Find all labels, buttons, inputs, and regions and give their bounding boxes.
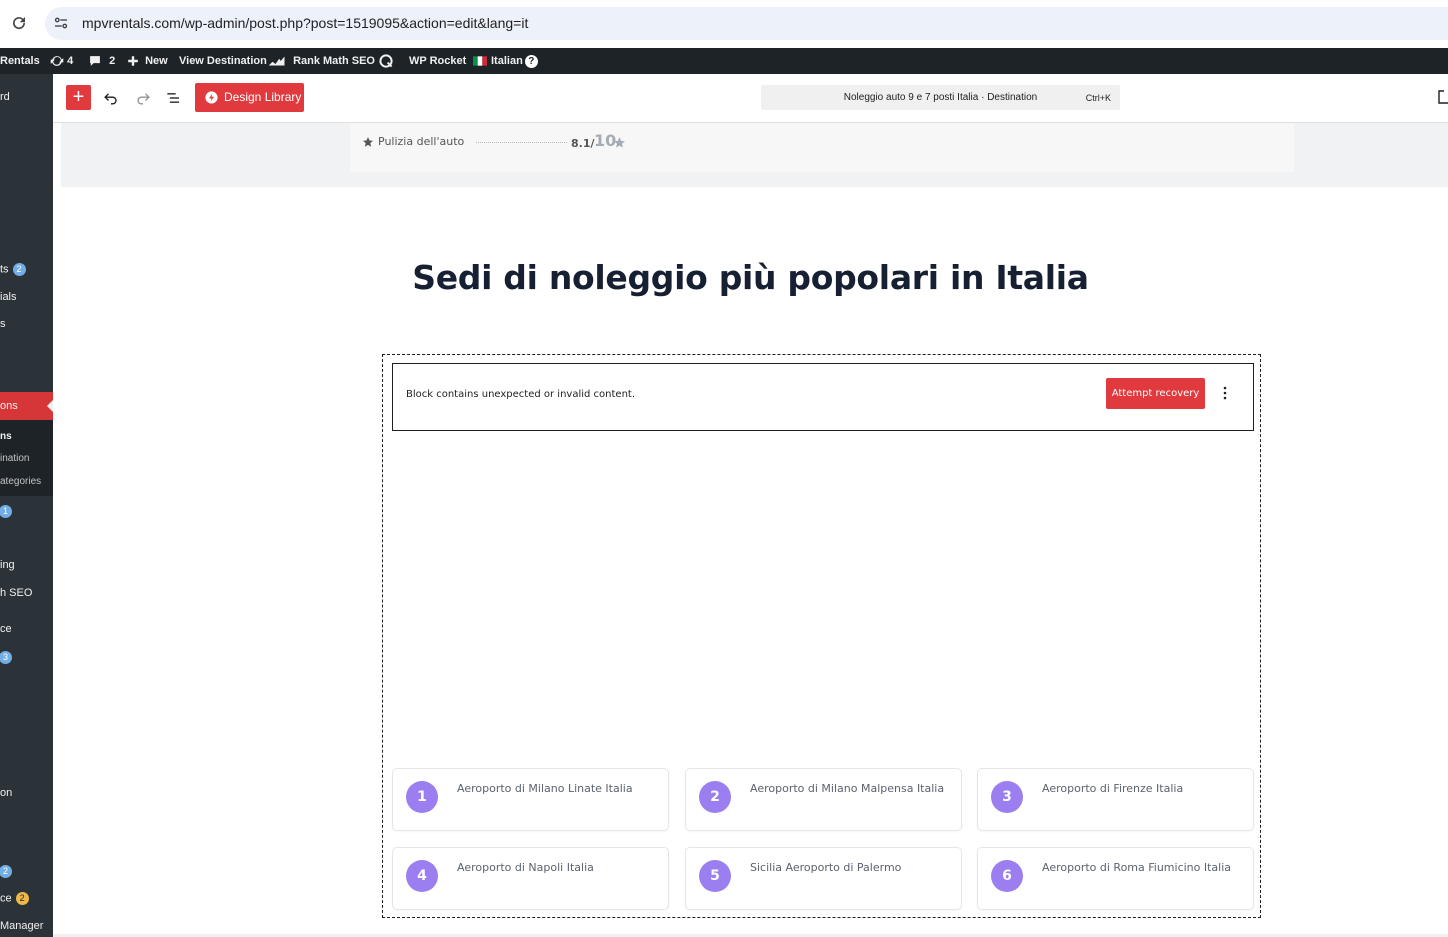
- location-name: Aeroporto di Roma Fiumicino Italia: [1042, 861, 1232, 874]
- rating-score: 8.1/: [571, 137, 595, 150]
- attempt-recovery-button[interactable]: Attempt recovery: [1106, 378, 1205, 409]
- design-library-icon: [205, 91, 218, 104]
- list-view-icon[interactable]: [164, 88, 184, 108]
- sidebar-item-rankmath[interactable]: h SEO: [0, 587, 32, 599]
- location-number: 5: [699, 860, 731, 892]
- admin-bar-updates[interactable]: 4: [50, 48, 73, 74]
- sidebar-item-label: ce: [0, 892, 12, 905]
- sidebar-item-label: ts: [0, 263, 9, 276]
- browser-toolbar: mpvrentals.com/wp-admin/post.php?post=15…: [0, 0, 1448, 49]
- sidebar-badge: 2: [12, 263, 26, 276]
- sidebar-item-badge-2[interactable]: 2: [0, 865, 12, 878]
- view-post-icon[interactable]: [1438, 90, 1448, 104]
- design-library-button[interactable]: Design Library: [195, 83, 304, 112]
- plus-icon: [128, 56, 138, 66]
- location-number: 3: [991, 781, 1023, 813]
- location-number: 6: [991, 860, 1023, 892]
- updates-icon: [50, 56, 64, 66]
- sidebar-item-manager[interactable]: Manager: [0, 920, 43, 932]
- location-card[interactable]: 2 Aeroporto di Milano Malpensa Italia: [685, 768, 962, 831]
- section-heading[interactable]: Sedi di noleggio più popolari in Italia: [53, 258, 1448, 297]
- updates-count: 4: [67, 55, 74, 67]
- design-library-label: Design Library: [224, 90, 302, 104]
- editor-toolbar: + Design Library Noleggio auto 9 e 7 pos…: [53, 74, 1448, 123]
- sidebar-item-ce[interactable]: ce 2: [0, 892, 29, 905]
- more-options-icon[interactable]: [1220, 385, 1230, 401]
- location-number: 2: [699, 781, 731, 813]
- sidebar-item-dashboard[interactable]: rd: [0, 91, 10, 103]
- location-number: 4: [406, 860, 438, 892]
- language-label: Italian: [491, 55, 523, 67]
- location-name: Aeroporto di Milano Linate Italia: [457, 782, 633, 795]
- location-name: Aeroporto di Napoli Italia: [457, 861, 594, 874]
- sidebar-item-s[interactable]: s: [0, 318, 6, 330]
- star-icon: [363, 137, 373, 147]
- star-icon: [614, 137, 625, 148]
- location-name: Aeroporto di Firenze Italia: [1042, 782, 1184, 795]
- undo-icon[interactable]: [101, 88, 121, 108]
- location-card[interactable]: 6 Aeroporto di Roma Fiumicino Italia: [977, 847, 1254, 910]
- reload-icon[interactable]: [10, 14, 28, 32]
- admin-bar-new[interactable]: New: [127, 48, 168, 74]
- sidebar-badge: 3: [0, 651, 12, 664]
- admin-bar-q-icon-item[interactable]: [378, 48, 394, 74]
- admin-sidebar: rd ts 2 ials s ons ns ination ategories 1…: [0, 74, 53, 937]
- rating-section: [61, 123, 1448, 187]
- url-text[interactable]: mpvrentals.com/wp-admin/post.php?post=15…: [82, 15, 528, 31]
- sidebar-item-posts[interactable]: ts 2: [0, 263, 26, 276]
- add-block-button[interactable]: +: [66, 85, 91, 110]
- sidebar-item-appearance[interactable]: ce: [0, 623, 12, 635]
- admin-bar-wprocket[interactable]: WP Rocket: [409, 48, 466, 74]
- italy-flag-icon: [473, 56, 487, 66]
- help-icon: ?: [524, 54, 538, 68]
- site-settings-icon[interactable]: [52, 14, 70, 32]
- admin-bar-comments[interactable]: 2: [88, 48, 115, 74]
- wp-admin-bar: Rentals 4 2 New View Destination Rank Ma…: [0, 48, 1448, 74]
- rating-dotted-leader: [476, 142, 567, 143]
- admin-bar-language[interactable]: Italian?: [473, 48, 538, 74]
- invalid-block[interactable]: Block contains unexpected or invalid con…: [382, 354, 1261, 918]
- rating-label: Pulizia dell'auto: [378, 135, 465, 148]
- submenu-item-add-destination[interactable]: ination: [0, 453, 29, 464]
- sidebar-item-badge-3[interactable]: 3: [0, 651, 12, 664]
- block-warning: Block contains unexpected or invalid con…: [392, 363, 1254, 431]
- admin-bar-view-destination[interactable]: View Destination: [179, 48, 267, 74]
- location-card[interactable]: 4 Aeroporto di Napoli Italia: [392, 847, 669, 910]
- document-title: Noleggio auto 9 e 7 posti Italia · Desti…: [843, 92, 1038, 103]
- location-name: Sicilia Aeroporto di Palermo: [750, 861, 902, 874]
- rankmath-icon: [268, 56, 285, 66]
- location-name: Aeroporto di Milano Malpensa Italia: [750, 782, 945, 795]
- rankmath-label: Rank Math SEO: [293, 55, 375, 67]
- new-label: New: [145, 55, 168, 67]
- sidebar-badge: 1: [0, 505, 12, 518]
- sidebar-badge: 2: [0, 865, 12, 878]
- redo-icon[interactable]: [133, 88, 153, 108]
- sidebar-badge: 2: [15, 892, 29, 905]
- command-palette-bar[interactable]: Noleggio auto 9 e 7 posti Italia · Desti…: [761, 85, 1120, 110]
- warning-message: Block contains unexpected or invalid con…: [406, 389, 636, 400]
- submenu-item-categories[interactable]: ategories: [0, 476, 41, 487]
- admin-bar-rankmath[interactable]: Rank Math SEO: [268, 48, 375, 74]
- location-card[interactable]: 5 Sicilia Aeroporto di Palermo: [685, 847, 962, 910]
- submenu-item-all-destinations[interactable]: ns: [0, 431, 12, 442]
- shortcut-hint: Ctrl+K: [1085, 93, 1111, 103]
- rating-card: [350, 123, 1294, 172]
- editor-canvas: Pulizia dell'auto 8.1/ 10 Sedi di nolegg…: [53, 123, 1448, 937]
- location-number: 1: [406, 781, 438, 813]
- sidebar-item-badge-1[interactable]: 1: [0, 505, 12, 518]
- q-logo-icon: [379, 54, 393, 68]
- sidebar-item-tutorials[interactable]: ials: [0, 291, 17, 303]
- location-card[interactable]: 1 Aeroporto di Milano Linate Italia: [392, 768, 669, 831]
- comments-count: 2: [109, 55, 116, 67]
- comment-icon: [90, 56, 100, 66]
- location-card[interactable]: 3 Aeroporto di Firenze Italia: [977, 768, 1254, 831]
- sidebar-item-destinations[interactable]: ons: [0, 400, 18, 412]
- sidebar-item-marketing[interactable]: ing: [0, 559, 15, 571]
- sidebar-item-on[interactable]: on: [0, 787, 12, 799]
- admin-bar-site-name[interactable]: Rentals: [0, 48, 40, 74]
